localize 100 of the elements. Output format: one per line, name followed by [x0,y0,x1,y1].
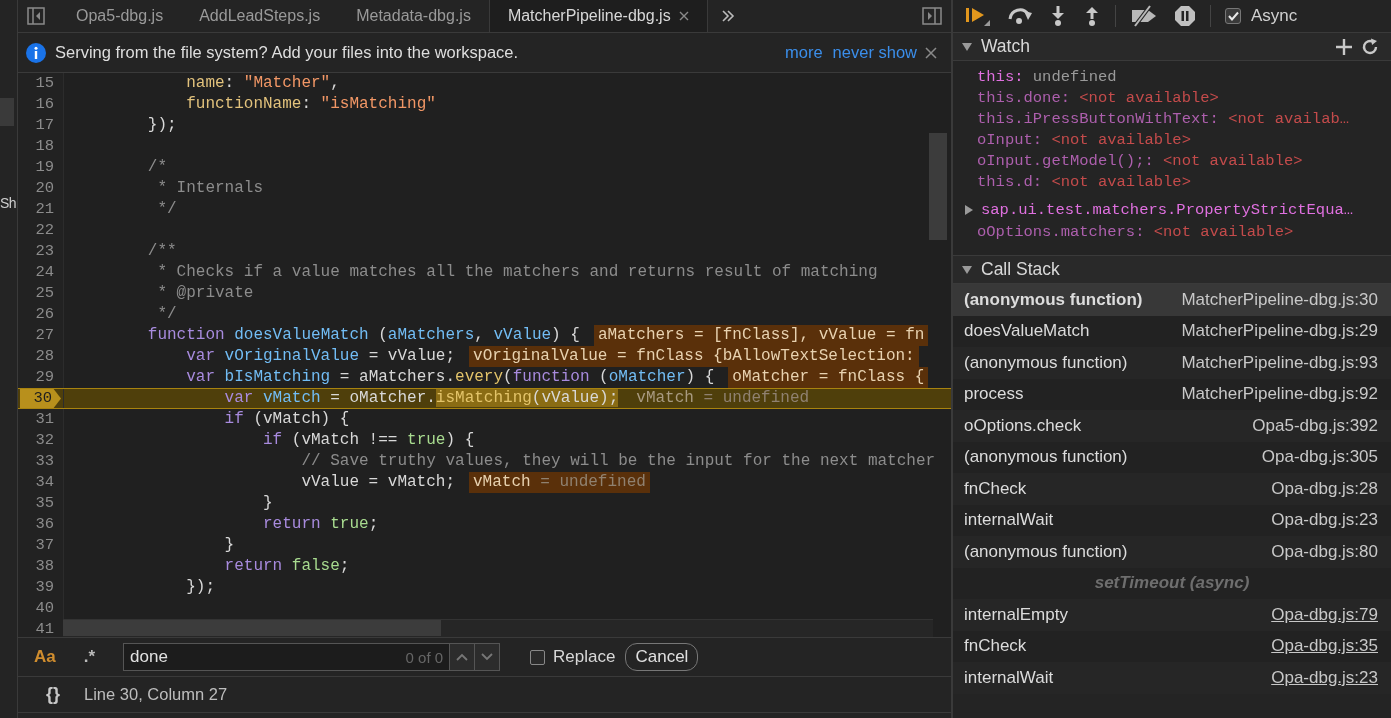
line-number: 36 [34,514,55,535]
line-number: 24 [34,262,55,283]
code-line: functionName: "isMatching" [185,94,436,115]
code-line: }); [146,115,177,136]
watch-header[interactable]: Watch [953,33,1391,61]
code-line: if (vMatch !== true) { [262,430,475,451]
frame-location[interactable]: Opa-dbg.js:23 [1271,667,1378,688]
file-tab[interactable]: Opa5-dbg.js [58,0,182,32]
regex-toggle[interactable]: .* [77,647,102,667]
inline-value: vOriginalValue = fnClass {bAllowTextSelection: [469,346,919,367]
line-number: 15 [34,73,55,94]
deactivate-breakpoints-icon[interactable] [1130,5,1158,27]
code-line: if (vMatch) { [223,409,350,430]
pretty-print-button[interactable]: {} [46,684,60,705]
line-number: 22 [34,220,55,241]
replace-label: Replace [553,647,616,667]
next-match-button[interactable] [474,644,500,670]
code-line: * @private [156,283,254,304]
async-separator: setTimeout (async) [1094,573,1250,594]
expanded-arrow-icon[interactable] [961,40,973,53]
watch-expression[interactable]: this.iPressButtonWithText: <not availab… [953,109,1391,130]
chevron-up-icon [456,653,469,661]
pause-on-exceptions-icon[interactable] [1174,5,1196,27]
match-case-toggle[interactable]: Aa [28,647,62,667]
add-icon[interactable] [1335,37,1353,56]
file-tab[interactable]: MatcherPipeline-dbg.js [488,0,708,32]
call-frame[interactable]: (anonymous function) MatcherPipeline-dbg.js:30 [953,284,1391,316]
code-line: var vOriginalValue = vValue; [185,346,456,367]
frame-location: MatcherPipeline-dbg.js:93 [1181,352,1378,373]
code-line: function doesValueMatch (aMatchers, vValue) { [146,325,580,346]
line-number: 31 [34,409,55,430]
section-title: Watch [981,36,1030,57]
more-tabs-icon[interactable] [719,8,736,24]
code-line: name: "Matcher", [185,73,340,94]
code-line: * Checks if a value matches all the matchers and returns result of matching [156,262,878,283]
replace-checkbox[interactable] [530,649,546,665]
call-stack-header[interactable]: Call Stack [953,256,1391,284]
watch-object[interactable]: sap.ui.test.matchers.PropertyStrictEqua… [981,201,1354,219]
inline-value: vMatch = undefined [635,388,811,409]
horizontal-scrollbar[interactable] [63,619,933,637]
watch-expression[interactable]: oOptions.matchers: <not available> [953,222,1391,243]
search-input[interactable]: done [124,647,406,667]
line-number: 41 [34,619,55,637]
line-number: 40 [34,598,55,619]
sidebar-toggle-icon[interactable] [921,6,943,26]
frame-location: Opa5-dbg.js:392 [1252,415,1378,436]
sidebar-toggle-icon[interactable] [26,6,46,26]
line-number: 27 [34,325,55,346]
async-checkbox[interactable] [1225,8,1241,24]
cursor-position: Line 30, Column 27 [84,685,228,704]
close-icon[interactable] [678,11,689,21]
match-count: 0 of 0 [405,648,445,666]
step-over-icon[interactable] [1007,5,1033,27]
close-icon[interactable] [925,46,937,59]
cancel-button[interactable]: Cancel [625,643,699,671]
navigator-label: Sh [0,195,17,211]
line-number: 20 [34,178,55,199]
code-line: var bIsMatching = aMatchers.every(function (oMatcher) { [185,367,715,388]
expanded-arrow-icon[interactable] [961,263,973,276]
frame-location[interactable]: Opa-dbg.js:35 [1271,636,1378,657]
previous-match-button[interactable] [449,644,475,670]
info-link[interactable]: never show [832,43,917,62]
code-line: * Internals [156,178,263,199]
refresh-icon[interactable] [1361,37,1379,56]
watch-expression[interactable]: this.done: <not available> [953,88,1391,109]
chevron-down-icon [481,653,494,661]
code-line: } [223,535,235,556]
frame-location: MatcherPipeline-dbg.js:29 [1181,321,1378,342]
collapsed-arrow-icon[interactable] [963,204,975,216]
frame-location: Opa-dbg.js:305 [1261,447,1378,468]
file-tab[interactable]: AddLeadSteps.js [181,0,339,32]
line-number: 26 [34,304,55,325]
frame-location: Opa-dbg.js:28 [1271,478,1378,499]
line-number: 35 [34,493,55,514]
code-line: /** [146,241,177,262]
line-number: 21 [34,199,55,220]
frame-location[interactable]: Opa-dbg.js:79 [1271,604,1378,625]
async-label: Async [1251,6,1298,26]
vertical-scrollbar[interactable] [929,133,947,240]
line-number: 17 [34,115,55,136]
code-line: }); [185,577,215,598]
section-title: Call Stack [981,259,1060,280]
line-number: 39 [34,577,55,598]
code-line: return true; [262,514,379,535]
line-number: 16 [34,94,55,115]
watch-expression[interactable]: this.d: <not available> [953,172,1391,193]
line-number: 37 [34,535,55,556]
check-icon [1227,11,1239,21]
frame-location: Opa-dbg.js:23 [1271,510,1378,531]
line-number: 30 [20,389,61,408]
info-link[interactable]: more [785,43,823,62]
line-number: 28 [34,346,55,367]
file-tab[interactable]: Metadata-dbg.js [338,0,489,32]
code-line: /* [146,157,167,178]
search-field[interactable]: done 0 of 0 [123,643,501,671]
code-line: return false; [223,556,350,577]
watch-expression[interactable]: oInput.getModel();: <not available> [953,151,1391,172]
resume-icon[interactable] [965,5,991,27]
watch-expression[interactable]: oInput: <not available> [953,130,1391,151]
watch-expression[interactable]: this: undefined [953,67,1391,88]
